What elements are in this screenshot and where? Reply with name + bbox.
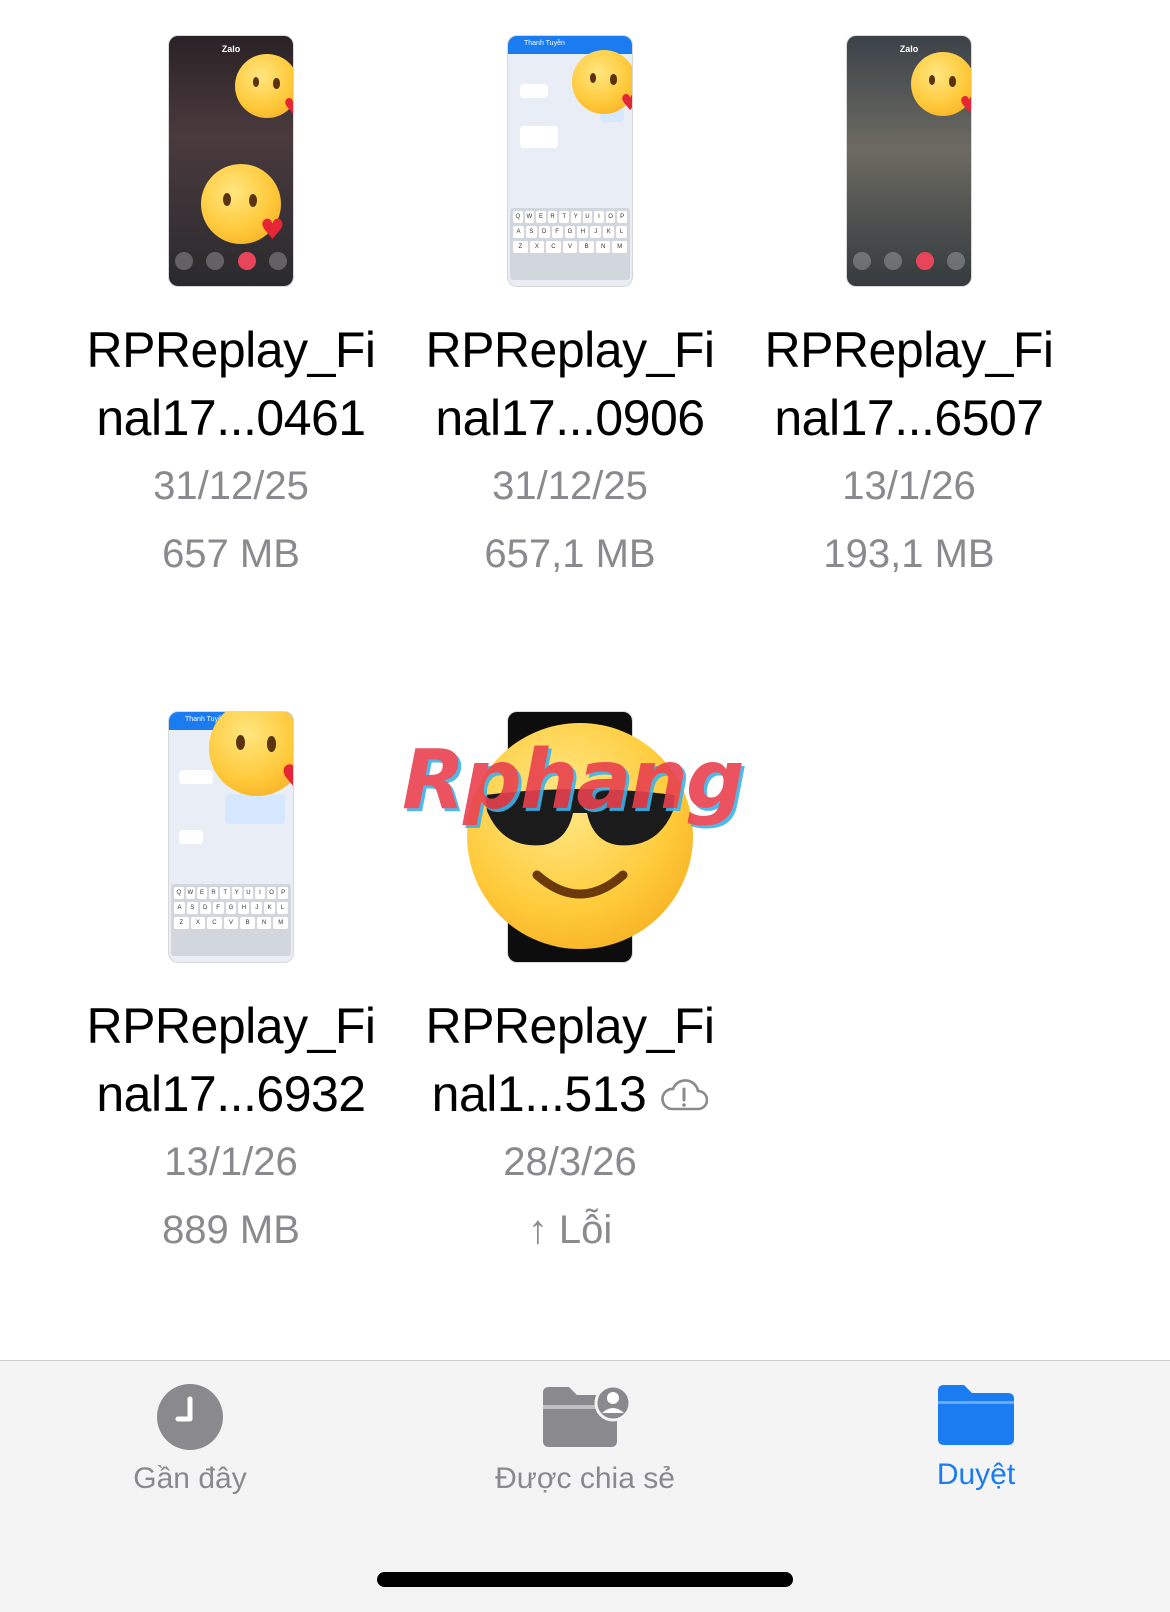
video-thumbnail: Zalo ♥: [847, 36, 971, 286]
thumbnail-title: Zalo: [221, 44, 241, 54]
file-size: 657 MB: [162, 532, 300, 576]
cloud-alert-icon: [661, 1079, 709, 1111]
file-item[interactable]: Zalo ♥ RPReplay_Fi nal17...6507 13/1/26 …: [744, 36, 1074, 588]
file-size: 657,1 MB: [484, 532, 656, 576]
video-thumbnail: Zalo ♥ ♥: [169, 36, 293, 286]
tab-label: Gần đây: [133, 1462, 247, 1495]
thumbnail-title: Thanh Tuyền: [524, 40, 565, 47]
file-item[interactable]: Thanh Tuyền QWERTYUIOP ASDFGHJKL ZXCVBNM…: [66, 712, 396, 1264]
shared-folder-icon: [543, 1384, 631, 1447]
file-date: 31/12/25: [153, 464, 309, 508]
kissing-emoji-icon: ♥: [572, 50, 632, 116]
file-name: RPReplay_Fi nal17...6507: [764, 322, 1054, 446]
upload-error-status: ↑ Lỗi: [527, 1208, 613, 1252]
file-name: RPReplay_Fi nal17...6932: [86, 998, 376, 1122]
video-thumbnail: Thanh Tuyền QWERTYUIOP ASDFGHJKL ZXCVBNM…: [169, 712, 293, 962]
clock-icon: [157, 1384, 223, 1450]
kissing-emoji-icon: ♥: [209, 712, 293, 798]
video-thumbnail: Thanh Tuyền QWERTYUIOP ASDFGHJKL ZXCVBNM…: [508, 36, 632, 286]
file-name: RPReplay_Fi nal1...513: [425, 998, 715, 1122]
file-date: 31/12/25: [492, 464, 648, 508]
file-grid: Zalo ♥ ♥ RPReplay_Fi nal17...0461 31/12/…: [0, 0, 1170, 1360]
watermark-logo: Rphang: [402, 733, 745, 828]
file-date: 13/1/26: [164, 1140, 298, 1184]
file-name: RPReplay_Fi nal17...0906: [425, 322, 715, 446]
tab-label: Được chia sẻ: [495, 1462, 675, 1495]
home-indicator[interactable]: [377, 1572, 793, 1587]
file-date: 28/3/26: [503, 1140, 637, 1184]
tab-recents[interactable]: Gần đây: [40, 1383, 340, 1497]
file-date: 13/1/26: [842, 464, 976, 508]
file-item[interactable]: Thanh Tuyền QWERTYUIOP ASDFGHJKL ZXCVBNM…: [405, 36, 735, 588]
folder-icon: [938, 1385, 1014, 1445]
file-size: 889 MB: [162, 1208, 300, 1252]
kissing-emoji-icon: ♥: [235, 54, 293, 120]
tab-browse[interactable]: Duyệt: [826, 1383, 1126, 1493]
kissing-emoji-icon: ♥: [201, 164, 285, 246]
file-item[interactable]: Zalo ♥ ♥ RPReplay_Fi nal17...0461 31/12/…: [66, 36, 396, 588]
tab-label: Duyệt: [936, 1458, 1016, 1491]
file-name: RPReplay_Fi nal17...0461: [86, 322, 376, 446]
tab-shared[interactable]: Được chia sẻ: [435, 1383, 735, 1497]
file-size: 193,1 MB: [823, 532, 995, 576]
kissing-emoji-icon: ♥: [911, 52, 971, 118]
